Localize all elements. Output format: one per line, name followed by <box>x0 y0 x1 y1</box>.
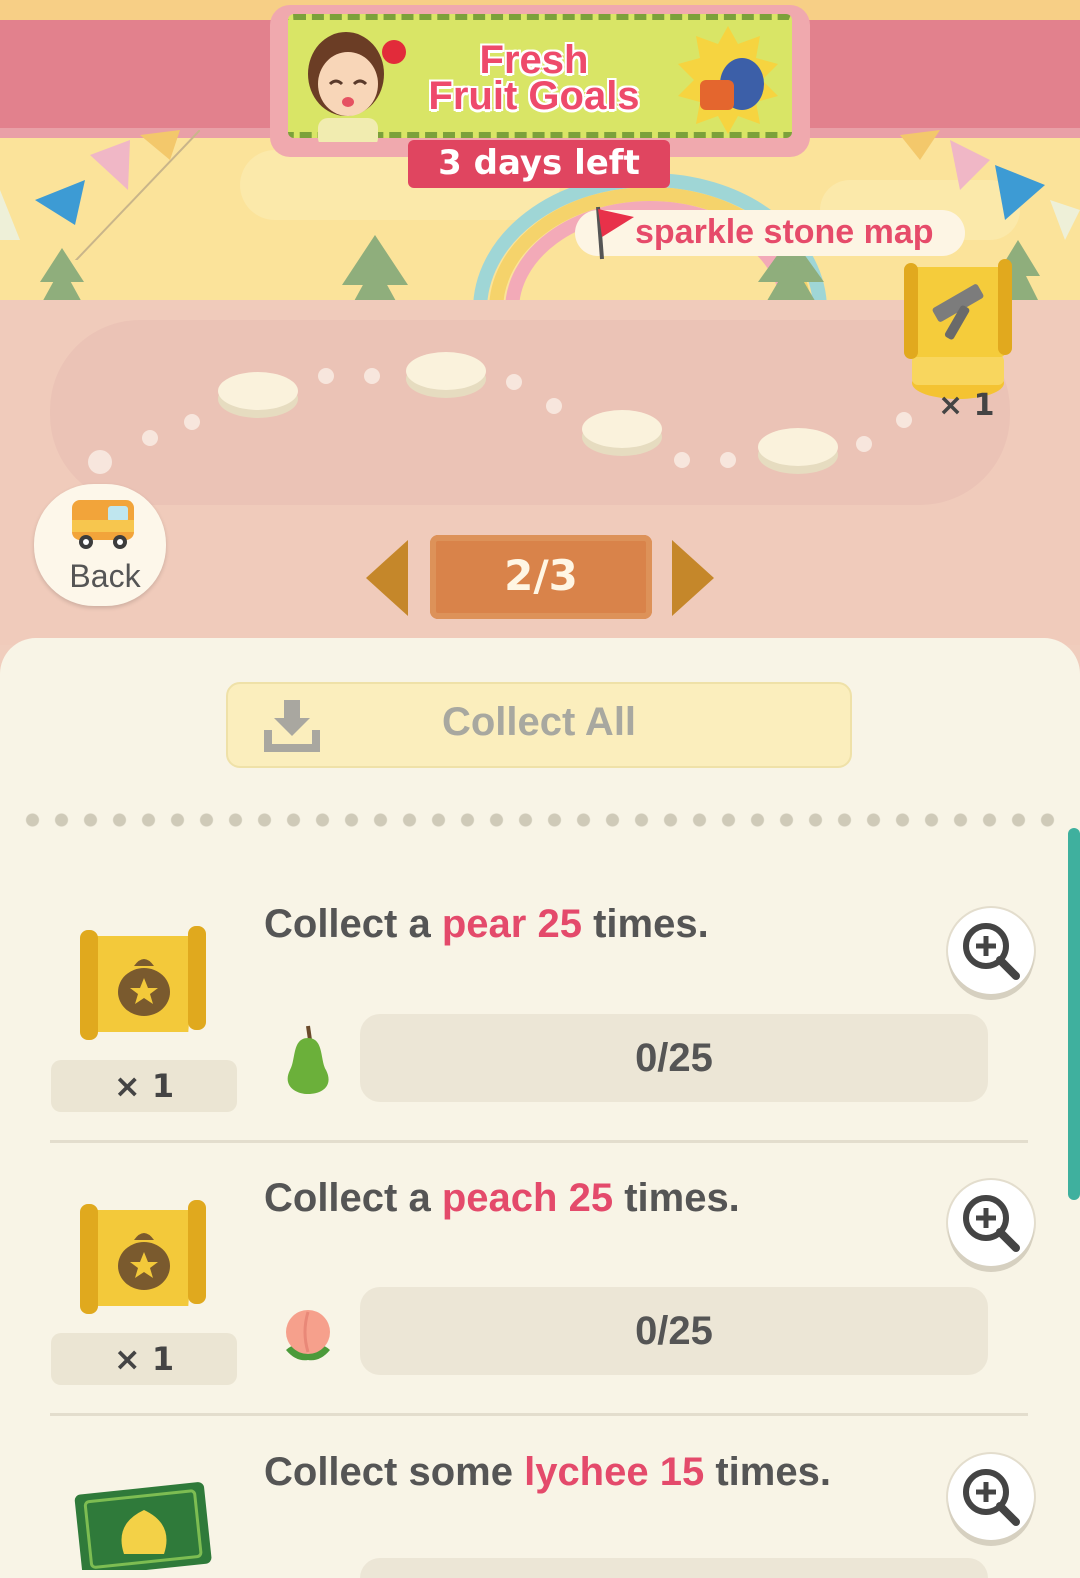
row-divider <box>50 1140 1028 1143</box>
prev-page-arrow[interactable] <box>366 540 408 616</box>
hammer-map-trophy-icon[interactable] <box>898 255 1018 405</box>
path-dot <box>674 452 690 468</box>
treasure-map-bag-icon <box>80 1200 206 1314</box>
task-description: Collect a peach 25 times. <box>264 1176 740 1220</box>
pear-icon <box>287 1025 329 1094</box>
task-description: Collect some lychee 15 times. <box>264 1450 831 1494</box>
path-dot <box>720 452 736 468</box>
map-reward-quantity: × 1 <box>938 388 995 423</box>
treasure-map-bag-icon <box>80 926 206 1040</box>
next-page-arrow[interactable] <box>672 540 714 616</box>
map-stone <box>406 352 486 390</box>
basket-reward-icon <box>678 26 778 134</box>
map-path <box>50 320 1010 505</box>
path-dot <box>896 412 912 428</box>
progress-bar: 0/25 <box>360 1014 988 1102</box>
red-flag-icon <box>596 206 634 260</box>
task-description: Collect a pear 25 times. <box>264 902 709 946</box>
tree-icon <box>40 248 84 306</box>
path-dot <box>318 368 334 384</box>
path-dot <box>88 450 112 474</box>
zoom-in-icon <box>963 1469 1020 1526</box>
event-title-line2: Fruit Goals <box>428 74 640 118</box>
page-indicator: 2/3 <box>430 535 652 619</box>
collect-all-label: Collect All <box>441 700 637 744</box>
leaf-ticket-icon <box>74 1482 212 1570</box>
zoom-in-icon <box>963 1195 1020 1252</box>
reward-quantity: × 1 <box>51 1060 237 1112</box>
map-stone <box>582 410 662 448</box>
path-dot <box>506 374 522 390</box>
path-dot <box>184 414 200 430</box>
reward-quantity: × 1 <box>51 1333 237 1385</box>
progress-bar <box>360 1558 988 1578</box>
path-dot <box>364 368 380 384</box>
map-stone <box>218 372 298 410</box>
camper-van-icon <box>72 500 134 549</box>
back-label: Back <box>69 558 141 594</box>
dotted-divider <box>18 812 1068 828</box>
bunting-left-icon <box>0 130 200 260</box>
zoom-in-icon <box>963 923 1020 980</box>
row-divider <box>50 1413 1028 1416</box>
path-dot <box>856 436 872 452</box>
days-left-badge: 3 days left <box>408 140 670 188</box>
map-stone <box>758 428 838 466</box>
progress-bar: 0/25 <box>360 1287 988 1375</box>
villager-avatar-icon <box>308 32 406 142</box>
path-dot <box>546 398 562 414</box>
scrollbar[interactable] <box>1068 828 1080 1200</box>
peach-icon <box>286 1310 330 1361</box>
path-dot <box>142 430 158 446</box>
